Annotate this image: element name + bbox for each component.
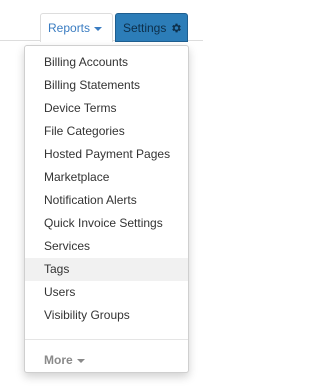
menu-item-device-terms[interactable]: Device Terms [25,97,188,120]
menu-item-tags[interactable]: Tags [25,258,188,281]
menu-item-users[interactable]: Users [25,281,188,304]
menu-item-quick-invoice-settings[interactable]: Quick Invoice Settings [25,212,188,235]
menu-item-marketplace[interactable]: Marketplace [25,166,188,189]
menu-item-billing-statements[interactable]: Billing Statements [25,74,188,97]
menu-item-services[interactable]: Services [25,235,188,258]
menu-divider [25,339,188,340]
more-label: More [44,353,73,367]
gear-icon [170,22,182,34]
menu-item-visibility-groups[interactable]: Visibility Groups [25,304,188,327]
caret-down-icon [76,359,85,363]
reports-dropdown-button[interactable]: Reports [40,13,113,42]
menu-item-notification-alerts[interactable]: Notification Alerts [25,189,188,212]
settings-label: Settings [123,20,167,35]
caret-down-icon [94,27,103,31]
menu-item-billing-accounts[interactable]: Billing Accounts [25,51,188,74]
menu-item-file-categories[interactable]: File Categories [25,120,188,143]
menu-item-hosted-payment-pages[interactable]: Hosted Payment Pages [25,143,188,166]
settings-dropdown-button[interactable]: Settings [115,13,188,42]
reports-label: Reports [48,21,91,35]
more-dropdown-toggle[interactable]: More [25,349,188,371]
settings-dropdown-menu: Billing Accounts Billing Statements Devi… [24,45,189,373]
